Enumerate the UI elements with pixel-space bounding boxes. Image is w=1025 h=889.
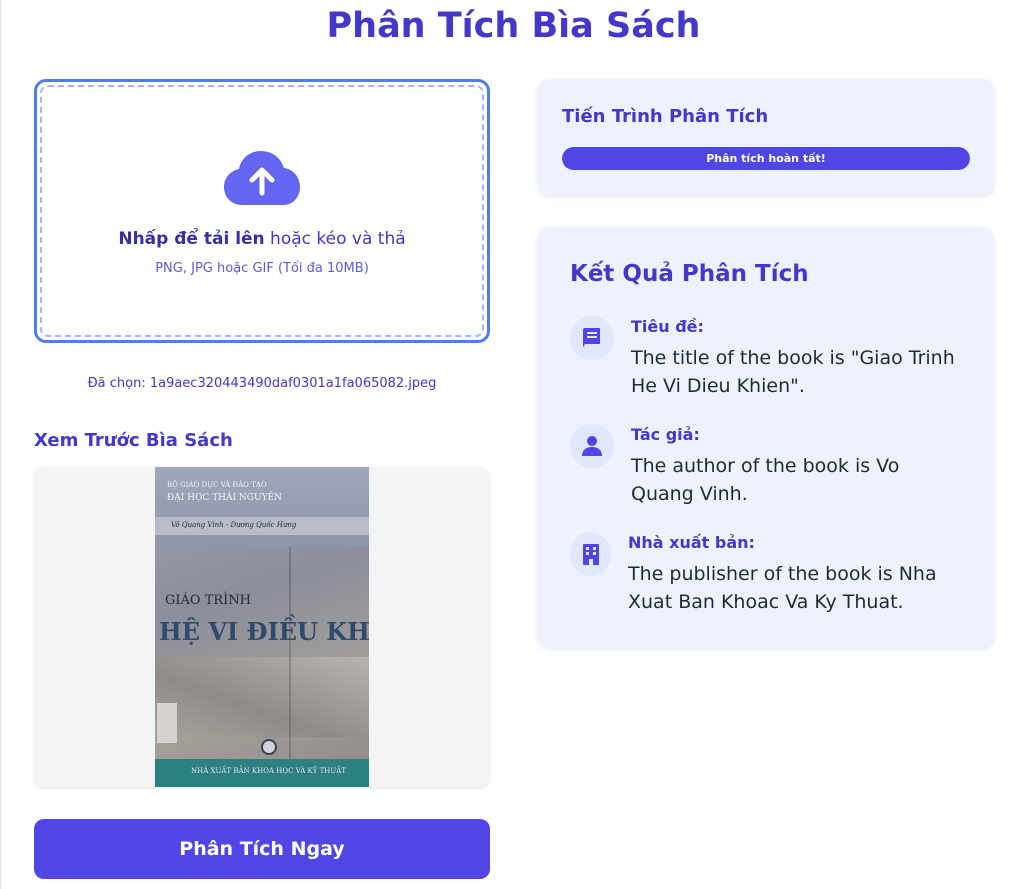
building-icon [582,544,599,565]
cover-fold-line [289,547,291,787]
upload-prompt-rest: hoặc kéo và thả [264,229,406,249]
cover-publisher: NHÀ XUẤT BẢN KHOA HỌC VÀ KỸ THUẬT [191,767,347,775]
cover-preview-box: BỘ GIÁO DỤC VÀ ĐÀO TẠO ĐẠI HỌC THÁI NGUY… [34,467,490,787]
cloud-upload-icon [224,151,300,205]
result-label-author: Tác giả: [631,425,700,444]
page: Phân Tích Bìa Sách Nhấp để tải lên hoặc … [0,0,1025,889]
result-value-publisher: The publisher of the book is Nha Xuat Ba… [628,563,937,613]
progress-title: Tiến Trình Phân Tích [562,106,769,127]
result-value-author: The author of the book is Vo Quang Vinh. [631,455,900,505]
cover-title: HỆ VI ĐIỀU KHIỂN [159,617,369,646]
cover-series: GIÁO TRÌNH [165,593,252,608]
book-cover-image: BỘ GIÁO DỤC VÀ ĐÀO TẠO ĐẠI HỌC THÁI NGUY… [155,467,369,787]
book-icon-wrap [570,316,614,360]
upload-prompt-bold: Nhấp để tải lên [118,229,265,249]
cover-ministry: BỘ GIÁO DỤC VÀ ĐÀO TẠO [167,481,267,489]
results-card: Kết Quả Phân Tích Tiêu đề: The title of … [538,227,994,647]
cover-university: ĐẠI HỌC THÁI NGUYÊN [167,493,282,503]
cover-publisher-logo [261,739,277,755]
selected-file-name: Đã chọn: 1a9aec320443490daf0301a1fa06508… [87,376,437,391]
progress-card: Tiến Trình Phân Tích Phân tích hoàn tất! [538,79,994,195]
cover-authors: Võ Quang Vinh - Dương Quốc Hưng [171,521,297,529]
progress-fill: Phân tích hoàn tất! [562,147,970,170]
preview-heading: Xem Trước Bìa Sách [34,430,233,451]
upload-dropzone-inner[interactable]: Nhấp để tải lên hoặc kéo và thả PNG, JPG… [40,85,484,337]
upload-dropzone[interactable]: Nhấp để tải lên hoặc kéo và thả PNG, JPG… [34,79,490,343]
result-label-publisher: Nhà xuất bản: [628,533,755,552]
page-title: Phân Tích Bìa Sách [326,6,701,46]
book-icon [583,328,600,348]
cover-pattern [155,657,369,737]
cover-top-band [155,467,369,547]
upload-hint: PNG, JPG hoặc GIF (Tối đa 10MB) [155,261,369,276]
building-icon-wrap [570,532,611,576]
cover-sticker [157,703,177,743]
user-icon [582,436,602,456]
result-label-title: Tiêu đề: [631,317,704,336]
upload-prompt: Nhấp để tải lên hoặc kéo và thả [118,229,405,249]
result-value-title: The title of the book is "Giao Trinh He … [631,347,955,397]
user-icon-wrap [570,424,614,468]
results-title: Kết Quả Phân Tích [570,261,809,287]
progress-status: Phân tích hoàn tất! [706,152,826,165]
analyze-button[interactable]: Phân Tích Ngay [34,819,490,879]
progress-bar: Phân tích hoàn tất! [562,147,970,170]
